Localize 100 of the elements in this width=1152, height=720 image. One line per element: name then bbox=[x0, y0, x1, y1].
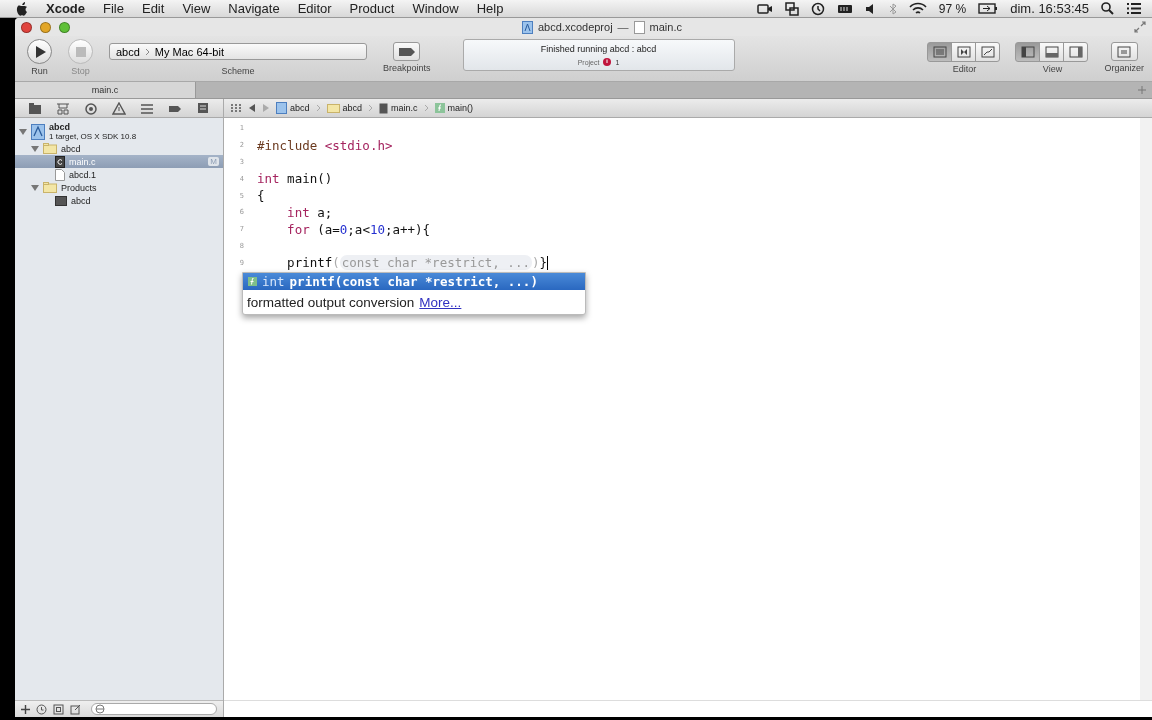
right-pane-icon bbox=[1069, 46, 1083, 58]
project-icon bbox=[31, 123, 45, 140]
log-icon[interactable] bbox=[196, 101, 210, 115]
play-icon bbox=[34, 44, 47, 59]
filter-field[interactable] bbox=[91, 703, 217, 715]
menu-item[interactable]: Window bbox=[403, 1, 468, 16]
grid-icon[interactable] bbox=[230, 103, 242, 113]
navigator-item[interactable]: Products bbox=[15, 181, 223, 194]
function-icon bbox=[434, 103, 445, 113]
code-line[interactable]: { bbox=[257, 188, 265, 204]
path-item[interactable]: main.c bbox=[379, 102, 418, 114]
back-icon[interactable] bbox=[248, 103, 256, 113]
navigator-item[interactable]: abcd 1 target, OS X SDK 10.8 bbox=[15, 121, 223, 142]
fullscreen-icon[interactable] bbox=[1134, 21, 1146, 33]
chevron-icon bbox=[144, 47, 150, 56]
item-subtitle: 1 target, OS X SDK 10.8 bbox=[49, 131, 137, 142]
bottom-pane-icon bbox=[1045, 46, 1059, 58]
menu-item[interactable]: Product bbox=[340, 1, 404, 16]
battery-percent: 97 % bbox=[938, 1, 967, 16]
camera-icon[interactable] bbox=[756, 2, 773, 15]
expanded-triangle-icon[interactable] bbox=[31, 183, 39, 192]
folder-icon[interactable] bbox=[28, 101, 42, 115]
stop-icon bbox=[75, 46, 86, 57]
item-label: abcd bbox=[49, 121, 71, 132]
editor-label: Editor bbox=[952, 64, 977, 74]
folder-icon bbox=[43, 143, 57, 154]
folder-icon bbox=[43, 182, 57, 193]
menu-item[interactable]: View bbox=[173, 1, 220, 16]
view-label: View bbox=[1042, 64, 1063, 74]
hierarchy-icon[interactable] bbox=[56, 101, 70, 115]
wifi-icon[interactable] bbox=[908, 2, 927, 15]
expanded-triangle-icon[interactable] bbox=[31, 144, 39, 153]
path-item[interactable]: abcd bbox=[276, 102, 310, 114]
minimize-button[interactable] bbox=[40, 21, 51, 33]
zoom-button[interactable] bbox=[59, 21, 70, 33]
search-icon[interactable] bbox=[1101, 2, 1114, 15]
completion-description: formatted output conversion bbox=[247, 294, 415, 310]
menu-item[interactable]: Editor bbox=[288, 1, 341, 16]
window-title: abcd.xcodeproj bbox=[538, 21, 613, 33]
battery-icon[interactable] bbox=[978, 3, 999, 14]
segment-button[interactable] bbox=[1015, 42, 1041, 62]
box-icon[interactable] bbox=[53, 703, 64, 715]
menu-item[interactable]: Navigate bbox=[219, 1, 289, 16]
arrows-icon bbox=[981, 46, 995, 58]
menu-item[interactable]: File bbox=[94, 1, 133, 16]
segment-button[interactable] bbox=[927, 42, 953, 62]
menu-item[interactable]: Edit bbox=[132, 1, 174, 16]
breakpoint-icon bbox=[398, 47, 415, 56]
chevron-icon bbox=[315, 104, 321, 112]
add-icon[interactable] bbox=[21, 704, 30, 714]
clock-icon[interactable] bbox=[810, 1, 825, 16]
code-line[interactable]: for (a=0;a<10;a++){ bbox=[257, 221, 431, 237]
item-label: Products bbox=[61, 182, 97, 193]
close-button[interactable] bbox=[21, 21, 32, 33]
segment-button[interactable] bbox=[1063, 42, 1089, 62]
navigator-item[interactable]: abcd.1 bbox=[15, 168, 223, 181]
chevron-icon bbox=[423, 104, 429, 112]
more-link[interactable]: More... bbox=[419, 294, 462, 310]
item-label: abcd bbox=[61, 143, 81, 154]
edit-icon[interactable] bbox=[70, 703, 81, 715]
code-line[interactable]: int a; bbox=[257, 204, 333, 220]
app-icon bbox=[55, 195, 67, 206]
run-button[interactable] bbox=[27, 39, 52, 64]
memory-icon[interactable] bbox=[836, 3, 853, 14]
filter-icon bbox=[95, 704, 105, 714]
navigator-item[interactable]: abcd bbox=[15, 194, 223, 207]
segment-button[interactable] bbox=[1039, 42, 1065, 62]
stop-label: Stop bbox=[71, 66, 90, 76]
list-icon[interactable] bbox=[1126, 2, 1142, 15]
document-icon bbox=[55, 168, 65, 181]
title-separator: — bbox=[617, 21, 629, 33]
breakpoints-button[interactable] bbox=[393, 42, 421, 61]
path-item[interactable]: abcd bbox=[326, 103, 363, 113]
scheme-label: Scheme bbox=[221, 66, 255, 76]
code-line[interactable]: #include <stdio.h> bbox=[257, 137, 393, 153]
status-message: Finished running abcd : abcd bbox=[540, 44, 657, 54]
item-label: main.c bbox=[69, 156, 96, 167]
apple-icon bbox=[16, 1, 28, 16]
item-label: abcd.1 bbox=[69, 169, 97, 180]
organizer-button[interactable] bbox=[1110, 42, 1138, 61]
screens-icon[interactable] bbox=[784, 1, 799, 16]
document-title: main.c bbox=[649, 21, 682, 33]
tab[interactable]: main.c bbox=[15, 82, 195, 98]
function-icon bbox=[248, 277, 257, 286]
segment-button[interactable] bbox=[951, 42, 977, 62]
run-label: Run bbox=[31, 66, 48, 76]
menu-clock[interactable]: dim. 16:53:45 bbox=[1010, 1, 1089, 16]
scheme-selector[interactable]: abcd My Mac 64-bit bbox=[109, 43, 367, 60]
breakpoints-label: Breakpoints bbox=[383, 63, 431, 73]
menu-item[interactable]: Help bbox=[467, 1, 513, 16]
code-line[interactable]: int main() bbox=[257, 171, 333, 187]
path-item[interactable]: main() bbox=[434, 103, 474, 113]
status-badge: M bbox=[208, 157, 219, 166]
navigator-item[interactable]: abcd bbox=[15, 142, 223, 155]
expanded-triangle-icon[interactable] bbox=[19, 127, 27, 136]
project-file-icon bbox=[522, 20, 533, 34]
completion-item[interactable]: int printf(const char *restrict, ...) bbox=[243, 273, 585, 290]
app-menu[interactable]: Xcode bbox=[28, 1, 94, 16]
warning-icon[interactable] bbox=[112, 101, 126, 115]
magnifier-icon[interactable] bbox=[84, 101, 98, 115]
